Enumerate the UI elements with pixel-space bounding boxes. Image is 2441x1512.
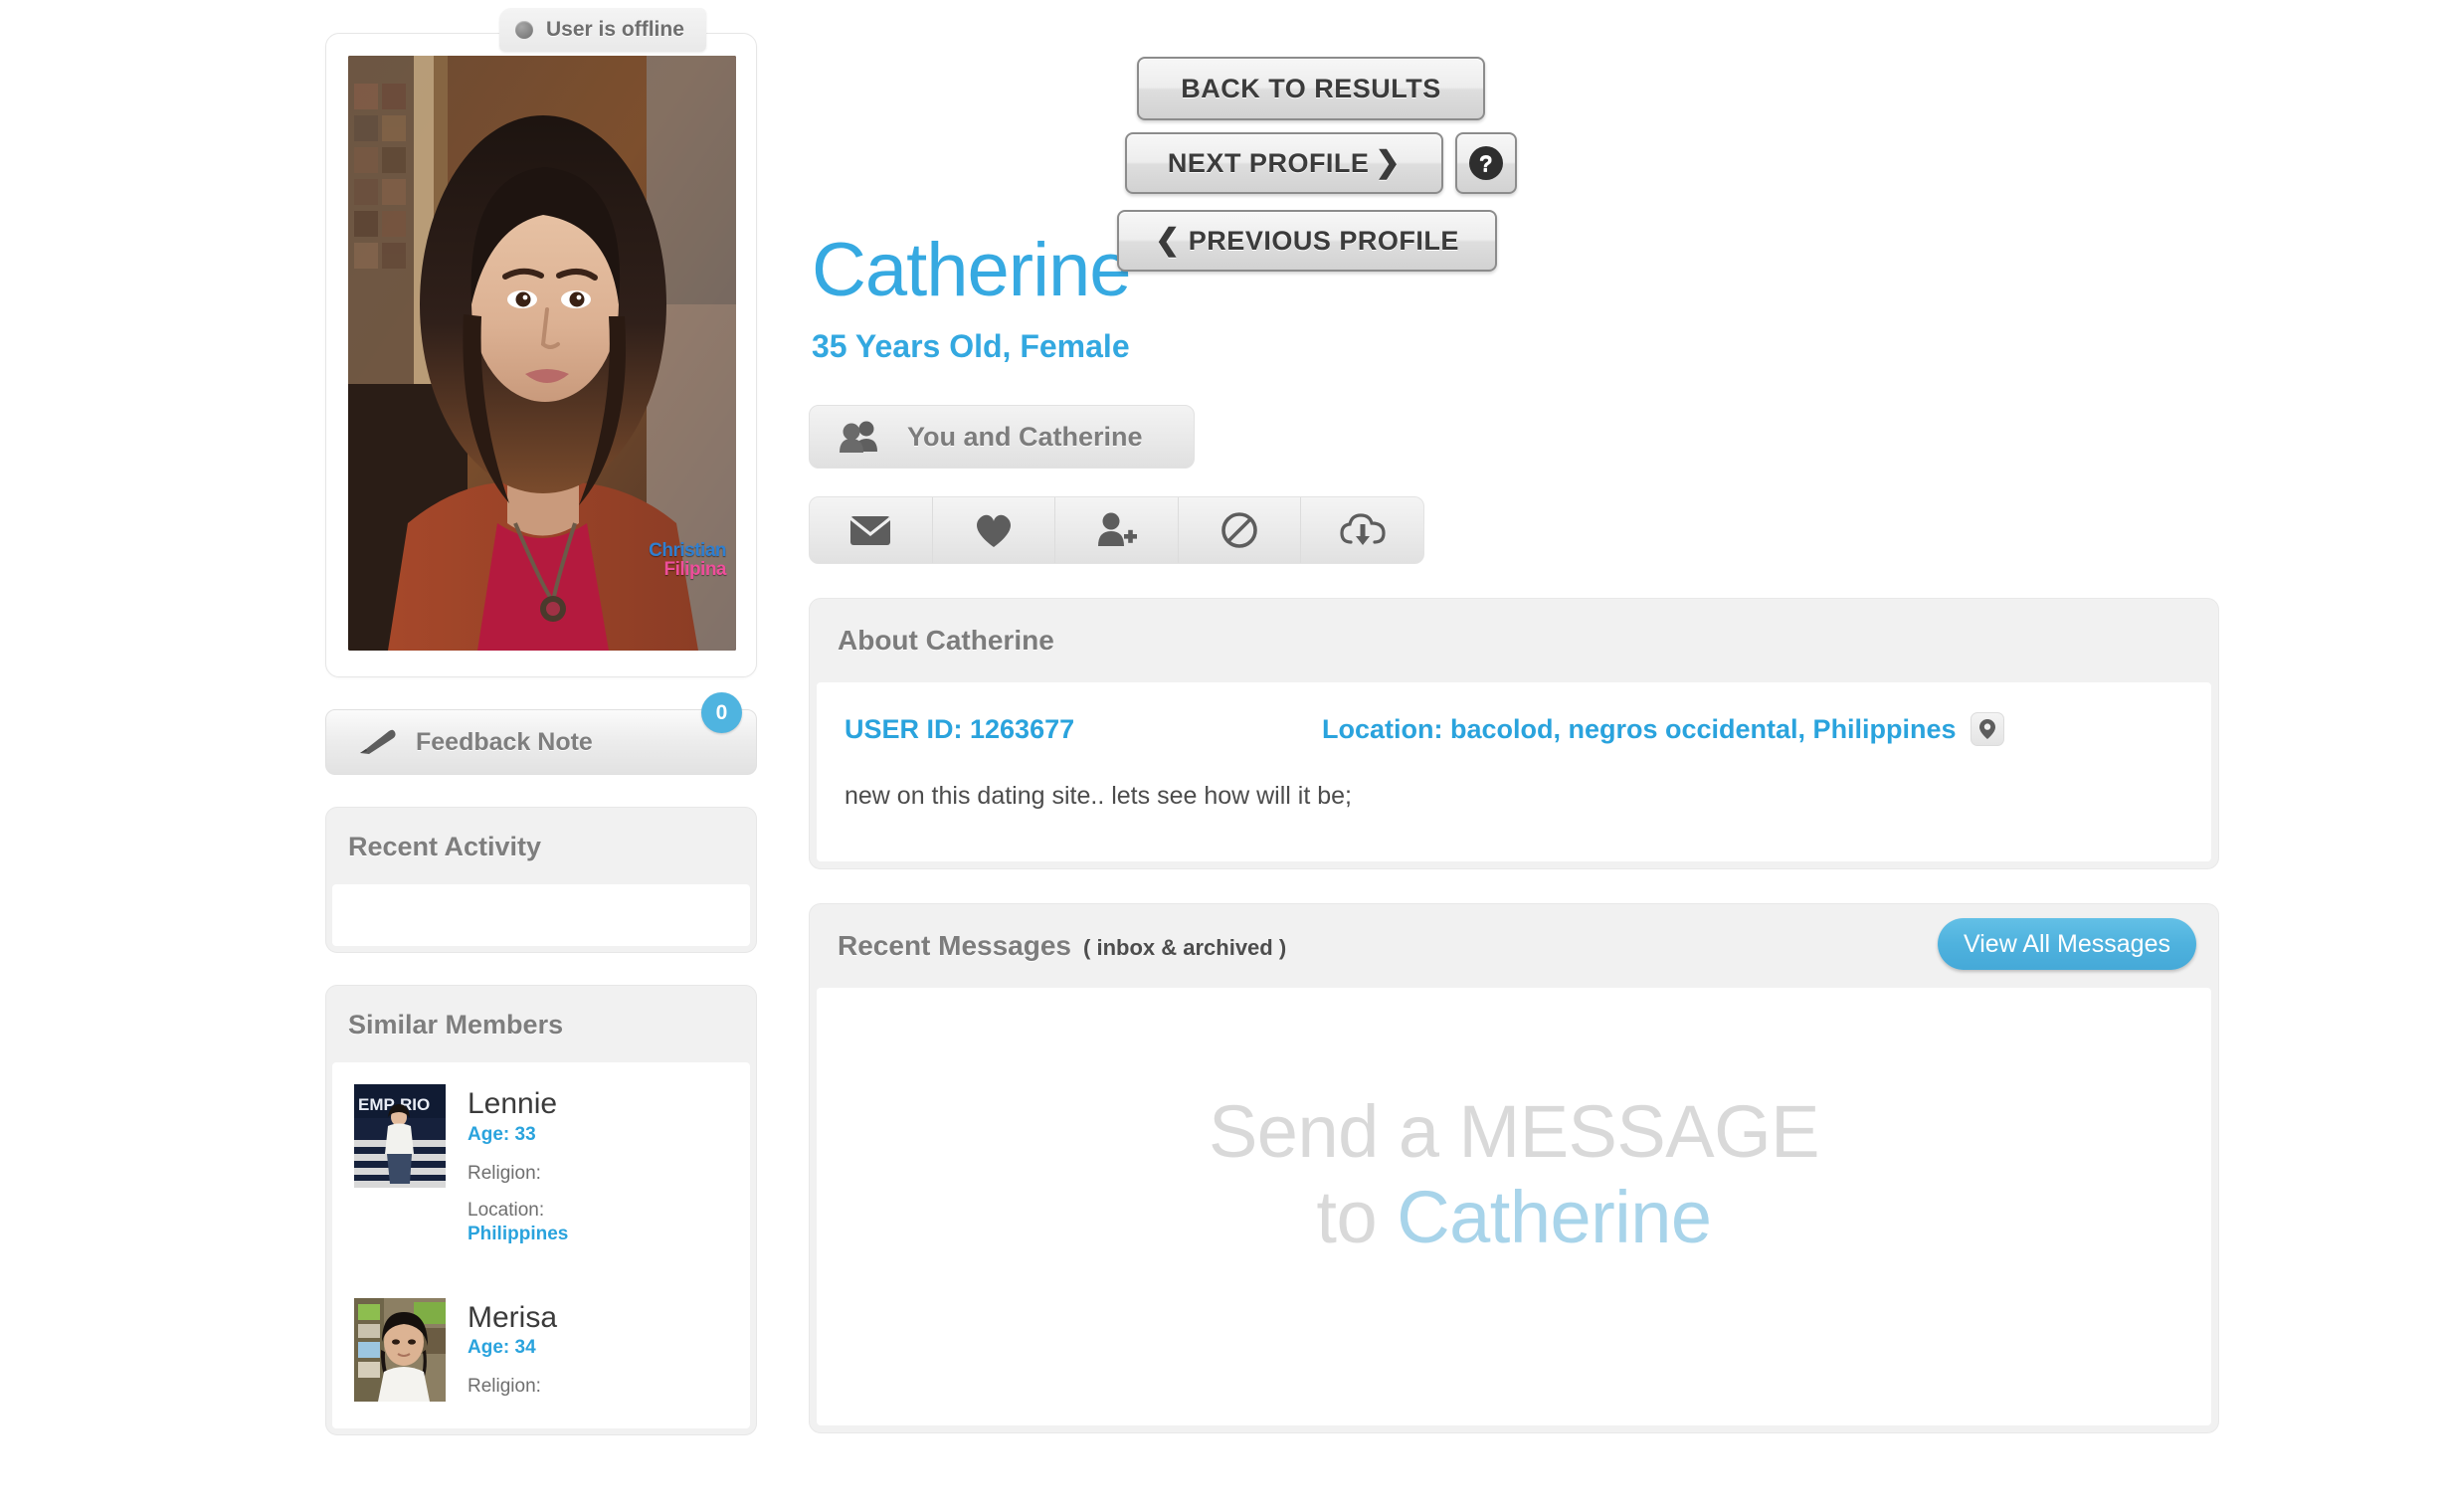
- send-message-placeholder: Send a MESSAGE to Catherine: [817, 1093, 2211, 1255]
- send-message-line-2: to Catherine: [817, 1175, 2211, 1258]
- user-id: USER ID: 1263677: [845, 713, 1075, 744]
- recent-messages-title: Recent Messages: [838, 930, 1072, 961]
- send-message-line-1: Send a MESSAGE: [1208, 1090, 1820, 1173]
- similar-members-title: Similar Members: [348, 1010, 564, 1040]
- previous-profile-label: PREVIOUS PROFILE: [1188, 225, 1459, 256]
- member-location-label: Location:: [468, 1200, 545, 1222]
- feedback-note-label: Feedback Note: [416, 727, 593, 756]
- you-and-user-button[interactable]: You and Catherine: [809, 405, 1195, 469]
- member-name: Merisa: [468, 1300, 558, 1334]
- person-add-icon: [1095, 512, 1138, 548]
- member-info: Lennie Age: 33 Religion: Location: Phili…: [468, 1084, 568, 1260]
- envelope-icon: [849, 514, 892, 546]
- member-photo-merisa: [354, 1297, 446, 1402]
- next-profile-button[interactable]: NEXT PROFILE ❯: [1125, 132, 1443, 194]
- member-info: Merisa Age: 34 Religion:: [468, 1298, 557, 1413]
- profile-nav-buttons: BACK TO RESULTS NEXT PROFILE ❯ ? ❮ PREVI…: [809, 0, 2219, 272]
- people-icon: [838, 420, 881, 454]
- recent-activity-panel: Recent Activity: [325, 807, 757, 953]
- offline-dot-icon: [515, 21, 533, 39]
- similar-members-list: EMP RIO Lennie Age: 33 Religion: Locatio…: [332, 1062, 750, 1428]
- pen-icon: [356, 727, 398, 757]
- previous-profile-button[interactable]: ❮ PREVIOUS PROFILE: [1117, 210, 1497, 272]
- about-card-header: About Catherine: [810, 599, 2218, 682]
- about-card-body: USER ID: 1263677 Location: bacolod, negr…: [817, 682, 2211, 861]
- member-location: Location: Philippines: [468, 1199, 568, 1246]
- question-mark-icon: ?: [1469, 146, 1503, 180]
- map-pin-icon[interactable]: [1970, 712, 2004, 746]
- photo-watermark: Christian Filipina: [649, 541, 726, 579]
- chevron-left-icon: ❮: [1155, 224, 1181, 257]
- recent-messages-header: Recent Messages ( inbox & archived ) Vie…: [810, 904, 2218, 988]
- back-to-results-button[interactable]: BACK TO RESULTS: [1137, 57, 1485, 120]
- block-icon: [1220, 511, 1258, 549]
- avatar[interactable]: [354, 1297, 446, 1402]
- about-meta-row: USER ID: 1263677 Location: bacolod, negr…: [845, 712, 2183, 746]
- recent-messages-card: Recent Messages ( inbox & archived ) Vie…: [809, 903, 2219, 1433]
- profile-page: User is offline Christian Filipina Feedb…: [0, 0, 2441, 1512]
- cloud-download-icon: [1340, 512, 1386, 548]
- about-card: About Catherine USER ID: 1263677 Locatio…: [809, 598, 2219, 869]
- help-button[interactable]: ?: [1455, 132, 1517, 194]
- online-status-badge: User is offline: [499, 8, 706, 52]
- feedback-note-button[interactable]: Feedback Note 0: [325, 692, 757, 775]
- recent-messages-body: Send a MESSAGE to Catherine: [817, 988, 2211, 1425]
- member-religion: Religion:: [468, 1376, 541, 1398]
- chevron-right-icon: ❯: [1375, 146, 1402, 179]
- profile-subtitle: 35 Years Old, Female: [812, 328, 1130, 364]
- recent-activity-title: Recent Activity: [348, 832, 542, 861]
- list-item[interactable]: EMP RIO Lennie Age: 33 Religion: Locatio…: [332, 1062, 750, 1276]
- member-religion: Religion:: [468, 1162, 541, 1184]
- block-user-button[interactable]: [1179, 497, 1302, 563]
- next-profile-label: NEXT PROFILE: [1167, 147, 1370, 178]
- user-location: Location: bacolod, negros occidental, Ph…: [1322, 713, 1957, 744]
- profile-action-bar: [809, 496, 1424, 564]
- profile-photo-card: User is offline Christian Filipina: [325, 8, 757, 677]
- you-and-user-label: You and Catherine: [907, 421, 1143, 452]
- send-message-to-prefix: to: [1316, 1175, 1398, 1258]
- add-favorite-button[interactable]: [933, 497, 1056, 563]
- main-content: BACK TO RESULTS NEXT PROFILE ❯ ? ❮ PREVI…: [809, 0, 2219, 1433]
- profile-photo[interactable]: Christian Filipina: [348, 56, 736, 651]
- member-location-value: Philippines: [468, 1224, 569, 1244]
- about-card-title: About Catherine: [838, 625, 1054, 656]
- member-name: Lennie: [468, 1087, 558, 1120]
- member-photo-lennie: EMP RIO: [354, 1084, 446, 1188]
- avatar[interactable]: EMP RIO: [354, 1084, 446, 1188]
- member-age: Age: 33: [468, 1123, 536, 1145]
- left-sidebar: User is offline Christian Filipina Feedb…: [325, 8, 757, 1435]
- recent-messages-subtitle: ( inbox & archived ): [1083, 935, 1287, 960]
- about-bio: new on this dating site.. lets see how w…: [845, 782, 1352, 810]
- member-age: Age: 34: [468, 1337, 536, 1359]
- svg-text:EMP: EMP: [358, 1095, 395, 1114]
- online-status-label: User is offline: [546, 18, 684, 41]
- watermark-line-2: Filipina: [663, 559, 727, 580]
- similar-members-panel: Similar Members EMP RIO Lennie Age: 33 R…: [325, 985, 757, 1435]
- watermark-line-1: Christian: [649, 540, 726, 561]
- send-message-recipient: Catherine: [1397, 1175, 1712, 1258]
- download-photos-button[interactable]: [1301, 497, 1423, 563]
- view-all-messages-button[interactable]: View All Messages: [1938, 918, 2196, 970]
- page-title: Catherine: [812, 228, 1132, 312]
- feedback-note-badge: 0: [701, 692, 742, 733]
- heart-icon: [973, 511, 1015, 549]
- list-item[interactable]: Merisa Age: 34 Religion:: [332, 1276, 750, 1428]
- add-friend-button[interactable]: [1055, 497, 1179, 563]
- send-message-button[interactable]: [810, 497, 933, 563]
- recent-activity-list: [332, 884, 750, 946]
